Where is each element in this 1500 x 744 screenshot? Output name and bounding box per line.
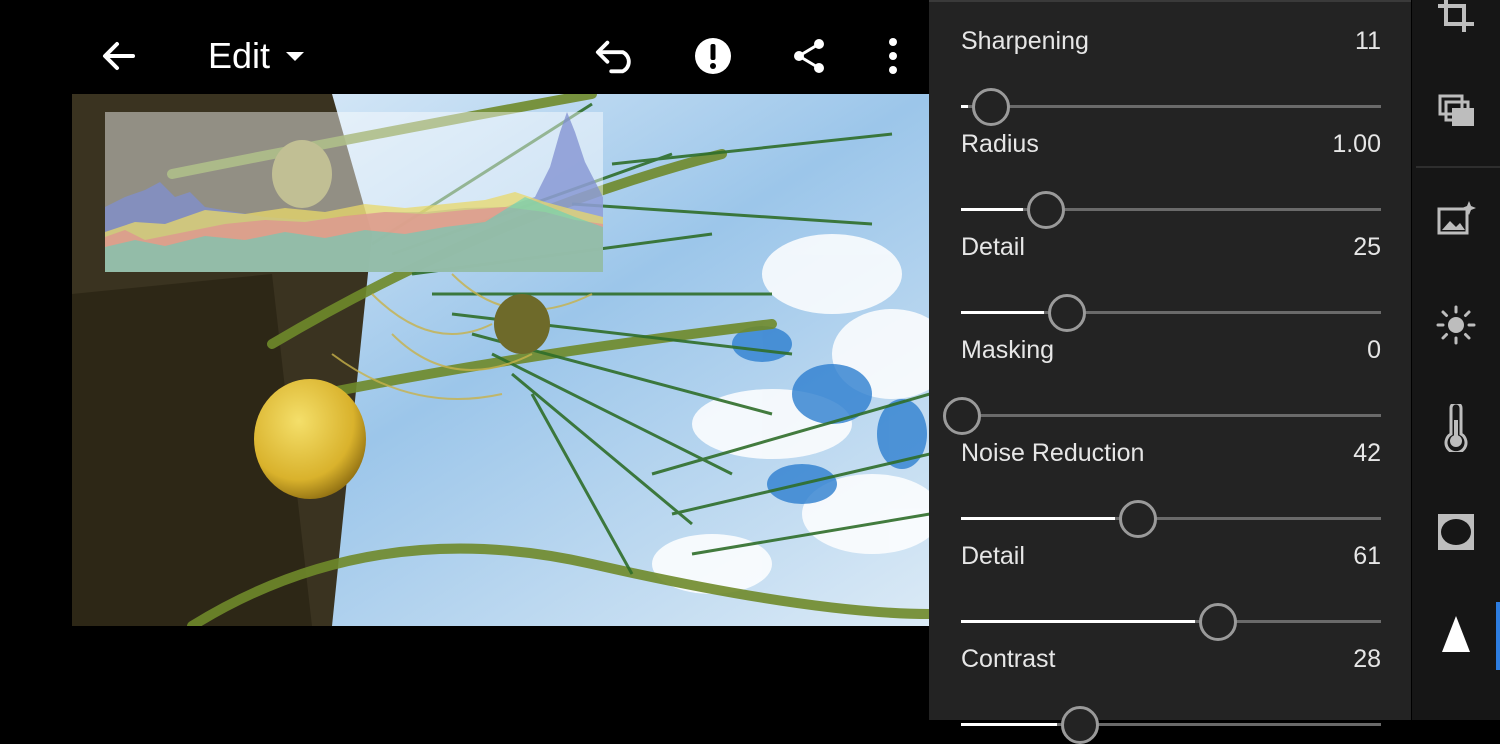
edit-mode-dropdown[interactable]: Edit bbox=[208, 34, 310, 78]
presets-icon[interactable] bbox=[1432, 88, 1480, 136]
slider-thumb[interactable] bbox=[1061, 706, 1099, 744]
light-icon[interactable] bbox=[1432, 301, 1480, 349]
slider-track[interactable] bbox=[961, 294, 1381, 332]
slider-track[interactable] bbox=[961, 500, 1381, 538]
effects-vignette-icon[interactable] bbox=[1432, 508, 1480, 556]
slider-fill bbox=[961, 105, 968, 108]
auto-enhance-icon[interactable] bbox=[1432, 195, 1480, 243]
slider-label: Detail bbox=[961, 542, 1025, 570]
slider-masking: Masking 0 bbox=[943, 336, 1381, 435]
slider-fill bbox=[961, 208, 1023, 211]
page-title: Edit bbox=[208, 35, 271, 76]
slider-track[interactable] bbox=[961, 706, 1381, 744]
slider-thumb[interactable] bbox=[972, 88, 1010, 126]
slider-label: Sharpening bbox=[961, 27, 1089, 55]
slider-thumb[interactable] bbox=[1027, 191, 1065, 229]
more-vertical-icon[interactable] bbox=[871, 34, 915, 78]
slider-thumb[interactable] bbox=[1048, 294, 1086, 332]
slider-value: 42 bbox=[1353, 439, 1381, 467]
slider-track[interactable] bbox=[961, 88, 1381, 126]
slider-label: Noise Reduction bbox=[961, 439, 1145, 467]
active-tool-indicator bbox=[1496, 602, 1500, 670]
slider-value: 1.00 bbox=[1332, 130, 1381, 158]
share-icon[interactable] bbox=[787, 34, 831, 78]
slider-label: Radius bbox=[961, 130, 1039, 158]
alert-icon[interactable] bbox=[691, 34, 735, 78]
histogram bbox=[105, 112, 603, 272]
back-arrow-icon[interactable] bbox=[97, 34, 141, 78]
slider-label: Contrast bbox=[961, 645, 1056, 673]
detail-panel: Sharpening 11 Radius 1.00 Detail 25 Mask… bbox=[929, 0, 1411, 744]
slider-contrast: Contrast 28 bbox=[961, 645, 1381, 744]
slider-track[interactable] bbox=[961, 603, 1381, 641]
slider-value: 28 bbox=[1353, 645, 1381, 673]
tool-strip bbox=[1412, 0, 1500, 720]
undo-icon[interactable] bbox=[594, 34, 638, 78]
dropdown-caret-icon bbox=[286, 52, 305, 61]
slider-thumb[interactable] bbox=[1119, 500, 1157, 538]
toolstrip-divider bbox=[1416, 166, 1500, 168]
detail-icon[interactable] bbox=[1432, 612, 1480, 660]
slider-fill bbox=[961, 723, 1057, 726]
slider-thumb[interactable] bbox=[943, 397, 981, 435]
panel-divider bbox=[929, 0, 1411, 2]
slider-thumb[interactable] bbox=[1199, 603, 1237, 641]
slider-noise-detail: Detail 61 bbox=[961, 542, 1381, 641]
slider-label: Masking bbox=[961, 336, 1055, 364]
slider-noise-reduction: Noise Reduction 42 bbox=[961, 439, 1381, 538]
crop-icon[interactable] bbox=[1432, 0, 1480, 40]
slider-value: 11 bbox=[1355, 27, 1381, 55]
slider-track[interactable] bbox=[961, 191, 1381, 229]
slider-track[interactable] bbox=[943, 397, 1381, 435]
slider-radius: Radius 1.00 bbox=[961, 130, 1381, 229]
slider-fill bbox=[961, 311, 1044, 314]
slider-fill bbox=[961, 517, 1115, 520]
slider-value: 61 bbox=[1353, 542, 1381, 570]
slider-label: Detail bbox=[961, 233, 1025, 261]
slider-sharpen-detail: Detail 25 bbox=[961, 233, 1381, 332]
slider-sharpening: Sharpening 11 bbox=[961, 27, 1381, 126]
color-temperature-icon[interactable] bbox=[1432, 404, 1480, 452]
slider-value: 0 bbox=[1367, 336, 1381, 364]
slider-value: 25 bbox=[1353, 233, 1381, 261]
top-bar: Edit bbox=[0, 0, 930, 94]
slider-fill bbox=[961, 620, 1195, 623]
